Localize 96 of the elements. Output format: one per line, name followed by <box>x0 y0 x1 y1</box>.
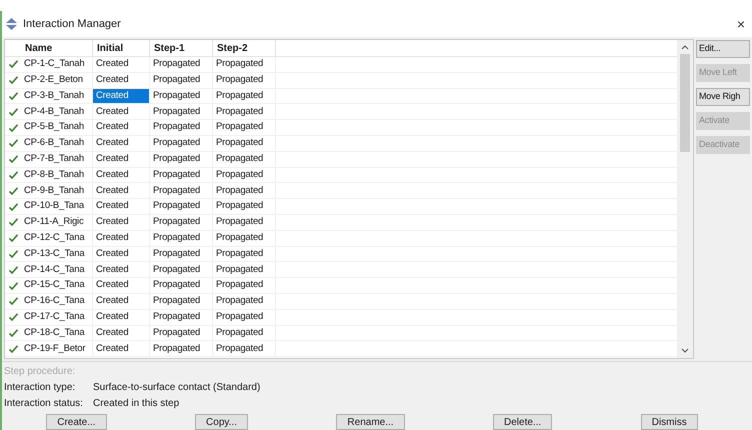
table-cell[interactable]: CP-15-C_Tana <box>21 278 93 293</box>
table-cell[interactable]: Propagated <box>213 246 276 262</box>
table-cell[interactable]: Propagated <box>150 120 213 135</box>
table-cell[interactable]: Created <box>93 168 150 182</box>
table-cell[interactable]: Propagated <box>213 278 276 293</box>
scrollbar[interactable] <box>677 40 693 358</box>
table-cell[interactable]: CP-17-C_Tana <box>21 310 93 325</box>
table-cell[interactable]: Propagated <box>213 152 276 167</box>
table-cell[interactable]: Created <box>93 341 150 356</box>
table-cell[interactable]: Created <box>93 88 150 104</box>
table-cell[interactable]: CP-13-C_Tana <box>21 246 93 262</box>
table-cell[interactable]: Propagated <box>213 168 276 182</box>
window-title: Interaction Manager <box>23 16 122 32</box>
table-cell[interactable]: Created <box>93 246 150 262</box>
table-cell[interactable]: Created <box>93 57 150 72</box>
table-cell[interactable]: Propagated <box>150 294 213 309</box>
table-cell[interactable]: Propagated <box>150 57 213 72</box>
column-header[interactable]: Name <box>21 40 93 56</box>
table-cell[interactable]: Propagated <box>213 262 276 278</box>
table-cell[interactable]: CP-6-B_Tanah <box>21 136 93 151</box>
side-button[interactable]: Edit... <box>696 40 750 58</box>
table-cell[interactable]: Propagated <box>150 199 213 214</box>
table-cell[interactable]: Propagated <box>213 57 276 72</box>
detail-label: Step procedure: <box>4 365 76 379</box>
table-cell[interactable]: CP-19-F_Betor <box>21 341 93 356</box>
detail-label: Interaction type: <box>4 381 76 395</box>
table-cell[interactable]: Propagated <box>150 214 213 230</box>
dialog-button[interactable]: Rename... <box>336 414 405 430</box>
table-cell[interactable]: Created <box>93 199 150 214</box>
close-button[interactable]: × <box>732 14 749 34</box>
table-cell[interactable]: Created <box>93 294 150 309</box>
column-header[interactable]: Step-1 <box>150 40 213 56</box>
table-cell[interactable]: CP-14-C_Tana <box>21 262 93 278</box>
table-cell[interactable]: Propagated <box>213 88 276 104</box>
table-cell[interactable]: Propagated <box>213 230 276 246</box>
dialog-button[interactable]: Dismiss <box>640 414 698 430</box>
table-cell[interactable]: Propagated <box>150 310 213 325</box>
table-cell[interactable]: Created <box>93 120 150 135</box>
table-cell[interactable]: CP-11-A_Rigic <box>21 214 93 230</box>
side-button[interactable]: Move Righ <box>696 88 750 106</box>
table-cell[interactable]: Propagated <box>213 326 276 340</box>
detail-label: Interaction status: <box>4 397 84 411</box>
table-cell[interactable]: Created <box>93 104 150 120</box>
table-cell[interactable]: Created <box>93 326 150 340</box>
table-cell[interactable]: Propagated <box>150 104 213 120</box>
table-cell[interactable]: CP-5-B_Tanah <box>21 120 93 135</box>
table-cell[interactable]: CP-7-B_Tanah <box>21 152 93 167</box>
table-cell[interactable]: Propagated <box>213 294 276 309</box>
dialog-button[interactable]: Create... <box>46 414 107 430</box>
table-cell[interactable]: Created <box>93 310 150 325</box>
dialog-button[interactable]: Copy... <box>195 414 248 430</box>
table-cell[interactable]: Propagated <box>213 104 276 120</box>
table-cell[interactable]: Created <box>93 214 150 230</box>
table-cell[interactable]: Created <box>93 183 150 198</box>
table-cell[interactable]: Created <box>93 230 150 246</box>
table-cell[interactable]: Created <box>93 136 150 151</box>
detail-value: Surface-to-surface contact (Standard) <box>93 381 260 395</box>
table-cell[interactable]: Propagated <box>150 72 213 88</box>
table-cell[interactable]: Propagated <box>150 88 213 104</box>
table-cell[interactable]: Propagated <box>213 183 276 198</box>
table-cell[interactable]: CP-2-E_Beton <box>21 72 93 88</box>
detail-value: Created in this step <box>93 397 180 411</box>
table-cell[interactable]: Propagated <box>213 72 276 88</box>
table-cell[interactable]: Propagated <box>150 152 213 167</box>
table-cell[interactable]: Propagated <box>150 136 213 151</box>
table-cell[interactable]: Propagated <box>150 230 213 246</box>
table-cell[interactable]: Created <box>93 262 150 278</box>
table-cell[interactable]: Propagated <box>150 246 213 262</box>
table-cell[interactable]: Created <box>93 72 150 88</box>
table-cell[interactable]: CP-16-C_Tana <box>21 294 93 309</box>
table-cell[interactable]: Propagated <box>150 168 213 182</box>
table-cell[interactable]: Propagated <box>150 278 213 293</box>
table-cell[interactable]: Propagated <box>213 136 276 151</box>
table-cell[interactable]: CP-1-C_Tanah <box>21 57 93 72</box>
table-cell[interactable]: Propagated <box>150 262 213 278</box>
table-cell[interactable]: Propagated <box>150 341 213 356</box>
table-cell[interactable]: Created <box>93 152 150 167</box>
table-cell[interactable]: Propagated <box>213 199 276 214</box>
table-cell[interactable]: Propagated <box>213 214 276 230</box>
table-cell[interactable]: CP-9-B_Tanah <box>21 183 93 198</box>
dialog-button[interactable]: Delete... <box>493 414 552 430</box>
table-cell[interactable]: CP-18-C_Tana <box>21 326 93 340</box>
table-cell[interactable]: CP-12-C_Tana <box>21 230 93 246</box>
table-cell[interactable]: Propagated <box>213 341 276 356</box>
table-cell[interactable]: Propagated <box>150 326 213 340</box>
table-cell[interactable]: Propagated <box>213 310 276 325</box>
table-cell[interactable]: Propagated <box>213 120 276 135</box>
column-header[interactable]: Initial <box>93 40 150 56</box>
scroll-thumb[interactable] <box>680 54 690 152</box>
table-cell[interactable]: CP-10-B_Tana <box>21 199 93 214</box>
table-cell[interactable]: Propagated <box>150 183 213 198</box>
app-icon <box>5 18 18 30</box>
table-cell[interactable]: CP-8-B_Tanah <box>21 168 93 182</box>
column-header[interactable]: Step-2 <box>213 40 276 56</box>
table-cell[interactable]: CP-4-B_Tanah <box>21 104 93 120</box>
table-cell[interactable]: Created <box>93 278 150 293</box>
